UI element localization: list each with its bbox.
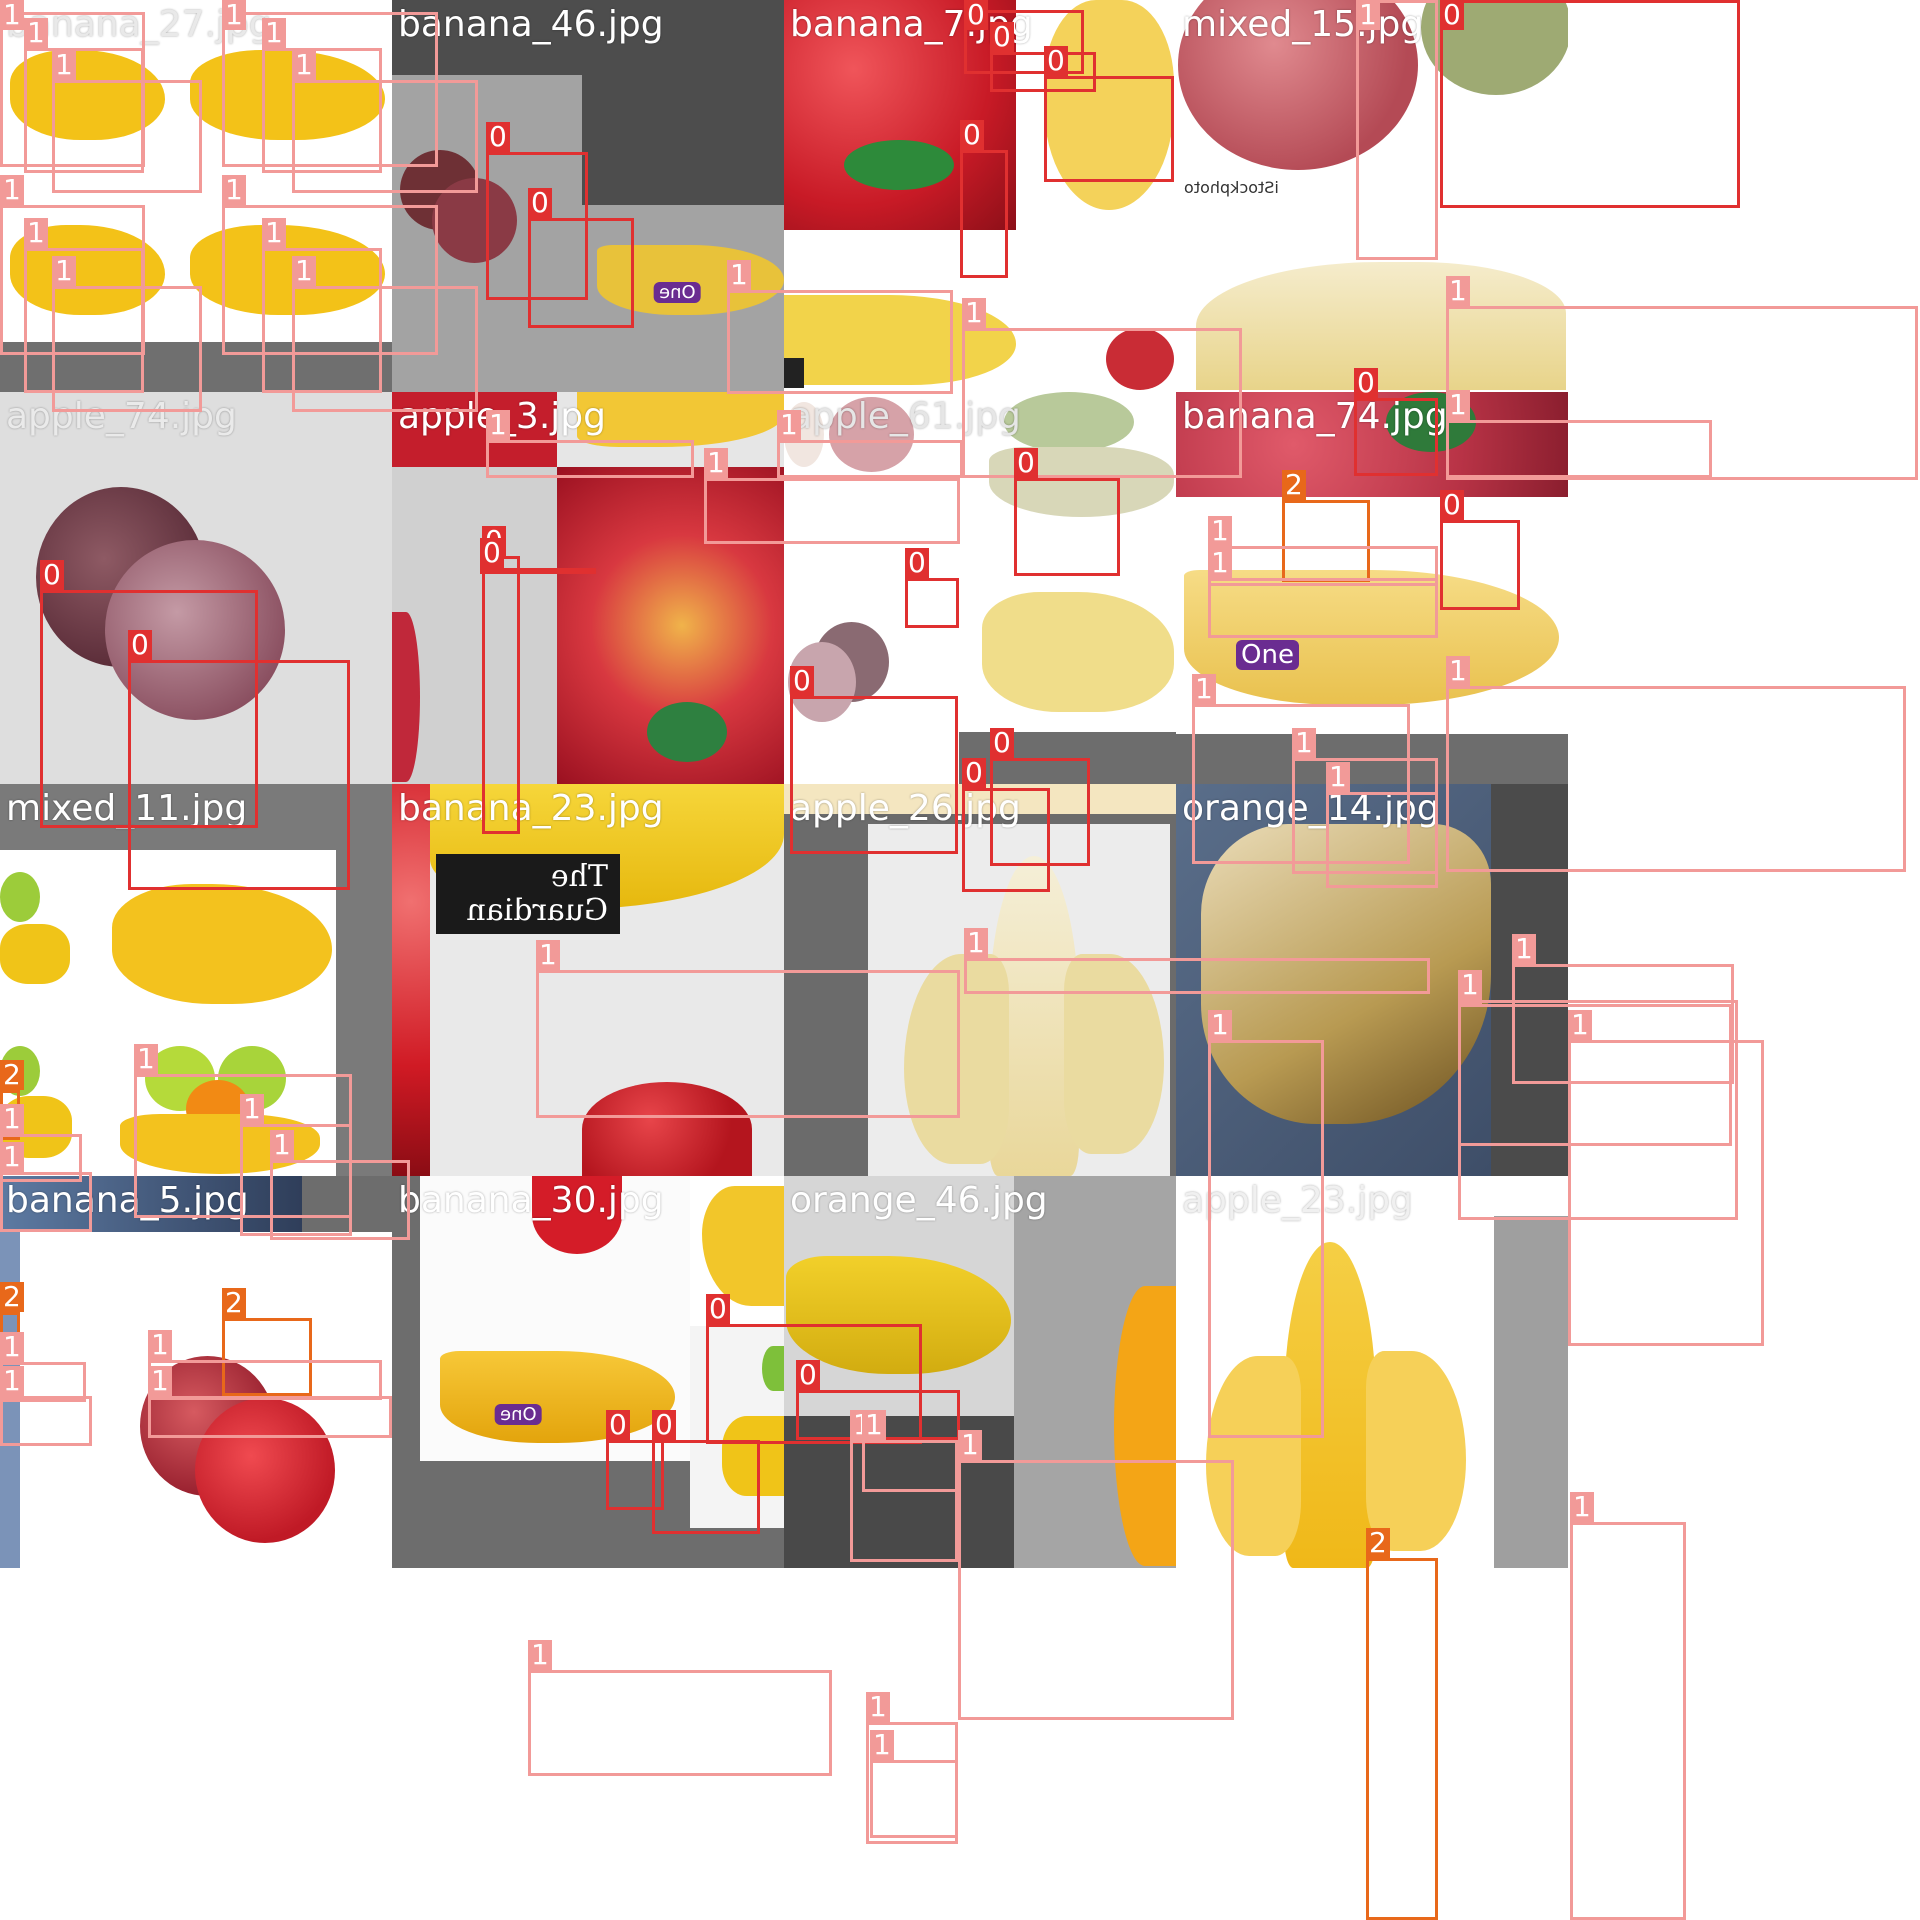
peeled-banana bbox=[1196, 262, 1566, 390]
apple bbox=[195, 1398, 335, 1543]
tile-banana-27: banana_27.jpg bbox=[0, 0, 392, 392]
tile-mixed-11: mixed_11.jpg bbox=[0, 784, 392, 1176]
tile-filename: banana_5.jpg bbox=[6, 1180, 249, 1221]
gray-padding bbox=[302, 1176, 392, 1232]
detection-box bbox=[866, 1722, 958, 1844]
tile-filename: banana_46.jpg bbox=[398, 4, 664, 45]
tile-filename: apple_23.jpg bbox=[1182, 1180, 1413, 1221]
detection-box bbox=[1570, 1522, 1686, 1920]
banana-bunch bbox=[10, 225, 165, 315]
green-apple bbox=[0, 872, 40, 922]
one-logo: One bbox=[1236, 640, 1299, 670]
tile-filename: apple_3.jpg bbox=[398, 396, 606, 437]
tile-apple-61: apple_61.jpg bbox=[784, 392, 1176, 784]
guardian-print: The Guardian bbox=[436, 854, 620, 934]
detection-box bbox=[870, 1760, 958, 1838]
green-apple bbox=[1421, 0, 1568, 95]
banana-bunch bbox=[989, 447, 1174, 517]
gray-padding bbox=[1176, 734, 1568, 784]
dark-padding bbox=[784, 1416, 1014, 1568]
tile-banana-7: banana_7.jpg bbox=[784, 0, 1176, 392]
tile-filename: banana_74.jpg bbox=[1182, 396, 1448, 437]
dark-corner bbox=[784, 358, 804, 388]
banana-bunch bbox=[0, 1096, 72, 1158]
banana bbox=[784, 295, 1016, 385]
class-tag: 1 bbox=[1570, 1492, 1594, 1522]
tile-filename: apple_26.jpg bbox=[790, 788, 1021, 829]
banana bbox=[597, 245, 784, 315]
green-apple bbox=[762, 1346, 784, 1391]
class-tag: 1 bbox=[866, 1692, 890, 1722]
apple bbox=[1106, 328, 1174, 390]
tile-filename: banana_27.jpg bbox=[6, 4, 272, 45]
orange bbox=[1114, 1286, 1176, 1566]
banana-bunch bbox=[982, 592, 1174, 712]
mosaic-grid: banana_27.jpg One banana_46.jpg banana_7… bbox=[0, 0, 1920, 1920]
dark-padding bbox=[959, 732, 1176, 784]
tile-filename: apple_61.jpg bbox=[790, 396, 1021, 437]
banana-bunch bbox=[190, 50, 385, 140]
tile-banana-46: One banana_46.jpg bbox=[392, 0, 784, 392]
peeled-banana bbox=[1044, 0, 1174, 210]
banana-bunch bbox=[1201, 824, 1491, 1124]
tile-filename: banana_7.jpg bbox=[790, 4, 1033, 45]
tile-banana-74: One banana_74.jpg bbox=[1176, 392, 1568, 784]
detection-box bbox=[1568, 1040, 1764, 1346]
tile-filename: orange_46.jpg bbox=[790, 1180, 1048, 1221]
detection-box bbox=[1366, 1558, 1438, 1920]
tile-mixed-15: iStockphoto mixed_15.jpg bbox=[1176, 0, 1568, 392]
apple bbox=[392, 612, 420, 782]
leaves bbox=[844, 140, 954, 190]
tile-filename: banana_23.jpg bbox=[398, 788, 664, 829]
banana-bunch bbox=[0, 924, 70, 984]
class-tag: 1 bbox=[1568, 1010, 1592, 1040]
tile-orange-14: orange_14.jpg bbox=[1176, 784, 1568, 1176]
tile-banana-30: One banana_30.jpg bbox=[392, 1176, 784, 1568]
banana-peel-right bbox=[1366, 1351, 1466, 1551]
apple-pile bbox=[392, 784, 430, 1176]
banana-bunch bbox=[190, 225, 385, 315]
tile-apple-3: apple_3.jpg bbox=[392, 392, 784, 784]
banana-peel-left bbox=[1206, 1356, 1301, 1556]
tile-apple-23: apple_23.jpg bbox=[1176, 1176, 1568, 1568]
tile-filename: orange_14.jpg bbox=[1182, 788, 1440, 829]
banana bbox=[577, 392, 784, 447]
one-logo: One bbox=[654, 282, 701, 303]
gray-padding bbox=[0, 342, 392, 392]
detection-box bbox=[528, 1670, 832, 1776]
apple bbox=[432, 178, 517, 263]
photo-strip bbox=[0, 1232, 20, 1568]
banana bbox=[1184, 570, 1559, 705]
green-apple bbox=[1004, 392, 1134, 452]
banana-bunch bbox=[722, 1416, 784, 1496]
tile-filename: mixed_11.jpg bbox=[6, 788, 248, 829]
tile-apple-26: apple_26.jpg bbox=[784, 784, 1176, 1176]
green-apple bbox=[0, 1046, 40, 1096]
banana-bunch bbox=[120, 1114, 320, 1174]
tile-banana-23: The Guardian banana_23.jpg bbox=[392, 784, 784, 1176]
one-logo: One bbox=[495, 1404, 542, 1425]
banana bbox=[440, 1351, 675, 1443]
tile-filename: mixed_15.jpg bbox=[1182, 4, 1424, 45]
tile-apple-74: apple_74.jpg bbox=[0, 392, 392, 784]
class-tag: 1 bbox=[528, 1640, 552, 1670]
tile-banana-5: banana_5.jpg bbox=[0, 1176, 392, 1568]
class-tag: 1 bbox=[870, 1730, 894, 1760]
istock-watermark: iStockphoto bbox=[1184, 178, 1279, 197]
banana-bunch bbox=[10, 50, 165, 140]
apple bbox=[788, 642, 856, 722]
tile-orange-46: orange_46.jpg bbox=[784, 1176, 1176, 1568]
gray-padding bbox=[1494, 1216, 1568, 1568]
apple bbox=[582, 1082, 752, 1176]
tile-filename: apple_74.jpg bbox=[6, 396, 237, 437]
apple bbox=[105, 540, 285, 720]
leaves bbox=[647, 702, 727, 762]
tile-filename: banana_30.jpg bbox=[398, 1180, 664, 1221]
